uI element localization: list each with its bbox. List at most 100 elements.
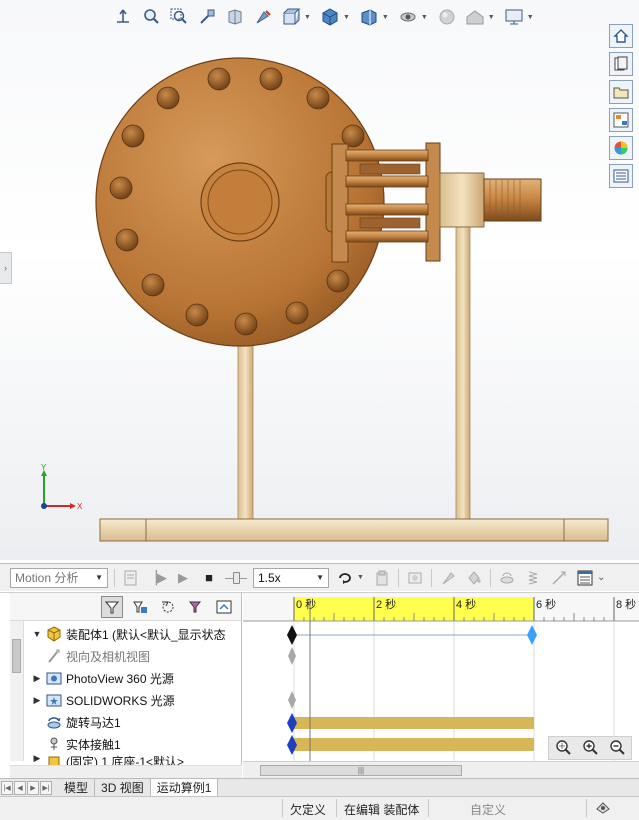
- tree-item-base-part[interactable]: ▶ (固定) 1 底座-1<默认>: [32, 753, 184, 765]
- previous-view-icon[interactable]: [196, 6, 218, 28]
- contact-duration-bar[interactable]: [294, 738, 534, 751]
- tree-vertical-scrollbar[interactable]: [10, 621, 24, 761]
- custom-properties-icon[interactable]: [609, 164, 633, 188]
- motor-duration-bar[interactable]: [294, 717, 534, 729]
- panel-collapse-handle[interactable]: ›: [0, 252, 12, 284]
- chevron-down-icon[interactable]: ▼: [527, 14, 534, 21]
- zoom-out-icon[interactable]: [608, 738, 626, 759]
- motor-icon[interactable]: [497, 568, 517, 588]
- display-style-icon[interactable]: [319, 6, 341, 28]
- chevron-down-icon[interactable]: ▼: [421, 14, 428, 21]
- expand-icon[interactable]: ▶: [32, 695, 42, 706]
- tree-horizontal-scrollbar[interactable]: [10, 765, 242, 779]
- hide-show-items-icon[interactable]: [358, 6, 380, 28]
- spring-icon[interactable]: [523, 568, 543, 588]
- key-point-assembly-start[interactable]: [287, 625, 297, 645]
- add-key-icon[interactable]: [464, 568, 484, 588]
- ruler-tick-label: 6 秒: [536, 597, 556, 611]
- tab-model[interactable]: 模型: [58, 779, 96, 796]
- rebuild-icon[interactable]: [595, 799, 611, 818]
- tree-item-label: (固定) 1 底座-1<默认>: [66, 755, 185, 765]
- zoom-to-area-icon[interactable]: [168, 6, 190, 28]
- section-view-icon[interactable]: [224, 6, 246, 28]
- edit-appearance-icon[interactable]: [397, 6, 419, 28]
- filter-driving-icon[interactable]: [129, 596, 151, 618]
- view-orientation-icon[interactable]: [112, 6, 134, 28]
- tree-item-assembly[interactable]: ▼ 装配体1 (默认<默认_显示状态: [32, 623, 226, 645]
- playback-speed-slider[interactable]: [225, 571, 247, 585]
- autokey-icon[interactable]: [438, 568, 458, 588]
- chevron-down-icon[interactable]: ▼: [304, 14, 311, 21]
- bearing-block[interactable]: [439, 172, 485, 228]
- home-icon[interactable]: [609, 24, 633, 48]
- zoom-to-fit-icon[interactable]: [140, 6, 162, 28]
- filter-results-icon[interactable]: [185, 596, 207, 618]
- task-pane: [609, 24, 633, 188]
- tab-3d-view[interactable]: 3D 视图: [95, 779, 151, 796]
- left-support-post[interactable]: [237, 344, 254, 521]
- tree-item-rotary-motor[interactable]: 旋转马达1: [32, 711, 121, 733]
- expand-icon[interactable]: ▶: [32, 753, 42, 764]
- tree-item-view-camera[interactable]: 视向及相机视图: [32, 645, 150, 667]
- assembly-model[interactable]: [0, 0, 639, 560]
- apply-scene-icon[interactable]: [436, 6, 458, 28]
- results-and-plots-icon[interactable]: [575, 568, 595, 588]
- filter-animated-icon[interactable]: [101, 595, 123, 618]
- scrollbar-thumb[interactable]: |||: [260, 765, 462, 776]
- play-from-start-icon[interactable]: ▕▶: [147, 568, 167, 588]
- drive-shaft[interactable]: [483, 178, 542, 222]
- ruler-tick-label: 2 秒: [376, 597, 396, 611]
- collapse-icon[interactable]: ▼: [32, 629, 42, 639]
- expand-icon[interactable]: ▶: [32, 673, 42, 684]
- custom-units[interactable]: 自定义: [470, 801, 506, 818]
- key-point-assembly-end[interactable]: [527, 625, 537, 645]
- zoom-to-fit-icon[interactable]: [554, 738, 572, 759]
- timeline-area[interactable]: 0 秒2 秒4 秒6 秒8 秒 |||: [243, 593, 639, 779]
- chevron-down-icon[interactable]: ▼: [343, 14, 350, 21]
- contact-icon: [46, 736, 62, 752]
- triad-x-label: X: [77, 502, 82, 511]
- playback-mode-icon[interactable]: [335, 568, 355, 588]
- part-icon: [46, 753, 62, 765]
- right-support-post[interactable]: [455, 224, 471, 521]
- chevron-down-icon[interactable]: ⌄: [597, 572, 605, 583]
- stop-icon[interactable]: ■: [199, 568, 219, 588]
- chevron-down-icon[interactable]: ▼: [488, 14, 495, 21]
- timeline-horizontal-scrollbar[interactable]: |||: [243, 761, 639, 779]
- view-settings-icon[interactable]: [464, 6, 486, 28]
- first-tab-icon[interactable]: |◀: [1, 780, 13, 795]
- save-animation-icon[interactable]: [372, 568, 392, 588]
- monitor-icon[interactable]: [503, 6, 525, 28]
- animation-wizard-icon[interactable]: [405, 568, 425, 588]
- tree-item-label: PhotoView 360 光源: [66, 671, 174, 686]
- base-plate[interactable]: [99, 518, 609, 542]
- playback-speed-select[interactable]: 1.5x ▼: [253, 567, 329, 588]
- appearances-icon[interactable]: [609, 136, 633, 160]
- view-palette-icon[interactable]: [609, 108, 633, 132]
- study-type-select[interactable]: Motion 分析 ▼: [10, 567, 108, 588]
- status-bar: 欠定义 在编辑 装配体 自定义: [0, 796, 639, 820]
- graphics-viewport[interactable]: ▼ ▼ ▼ ▼ ▼ ▼ › Y X: [0, 0, 639, 560]
- next-tab-icon[interactable]: ▶: [27, 780, 39, 795]
- view-orientation-menu-icon[interactable]: [280, 6, 302, 28]
- tree-item-solidworks-lights[interactable]: ▶ SOLIDWORKS 光源: [32, 689, 175, 711]
- tab-motion-study-1[interactable]: 运动算例1: [150, 779, 219, 796]
- design-library-icon[interactable]: [609, 52, 633, 76]
- calculate-icon[interactable]: [121, 568, 141, 588]
- last-tab-icon[interactable]: ▶|: [40, 780, 52, 795]
- play-icon[interactable]: ▶: [173, 568, 193, 588]
- key-point-motor[interactable]: [287, 713, 297, 733]
- previous-tab-icon[interactable]: ◀: [14, 780, 26, 795]
- key-point-solidworks-lights[interactable]: [288, 691, 296, 709]
- chevron-down-icon[interactable]: ▼: [357, 574, 364, 581]
- chevron-down-icon[interactable]: ▼: [382, 14, 389, 21]
- contact-icon[interactable]: [549, 568, 569, 588]
- key-point-view-camera[interactable]: [288, 647, 296, 665]
- file-explorer-icon[interactable]: [609, 80, 633, 104]
- auto-resize-icon[interactable]: [213, 596, 235, 618]
- tree-item-photoview-lights[interactable]: ▶ PhotoView 360 光源: [32, 667, 174, 689]
- tree-item-solid-contact[interactable]: 实体接触1: [32, 733, 121, 755]
- dynamic-annotation-icon[interactable]: [252, 6, 274, 28]
- zoom-in-icon[interactable]: [581, 738, 599, 759]
- filter-selected-icon[interactable]: [157, 596, 179, 618]
